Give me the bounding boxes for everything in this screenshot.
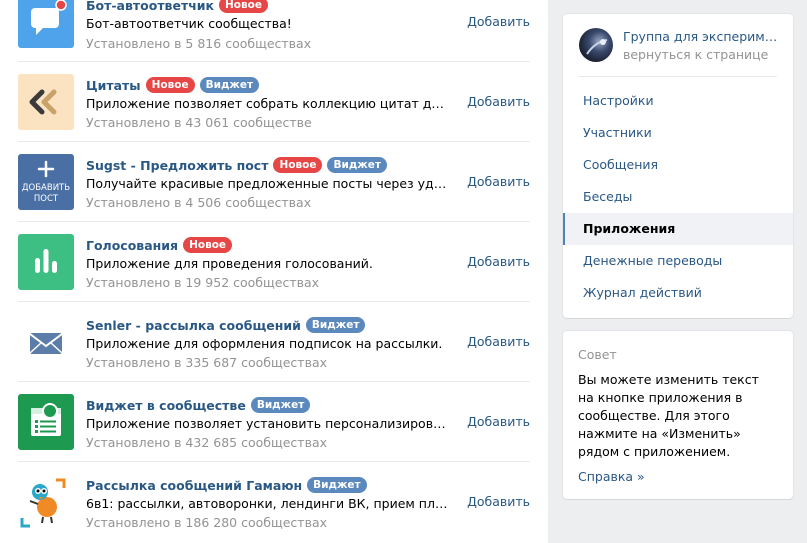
help-link[interactable]: Справка » [578, 469, 645, 484]
app-description: Приложение для оформления подписок на ра… [86, 336, 443, 351]
badge-new: Новое [183, 237, 233, 253]
icon-caption-line-2: ПОСТ [33, 194, 59, 204]
badge-widget: Виджет [305, 317, 366, 333]
app-installs: Установлено в 432 685 сообществах [86, 435, 328, 450]
app-row-gamayun: Рассылка сообщений Гамаюн Виджет 6в1: ра… [18, 462, 530, 542]
suggest-post-icon: ДОБАВИТЬ ПОСТ [18, 154, 74, 210]
badge-new: Новое [145, 77, 195, 93]
menu-item-settings[interactable]: Настройки [563, 85, 793, 117]
badge-new: Новое [219, 0, 268, 13]
app-installs: Установлено в 43 061 сообществе [86, 115, 312, 130]
envelope-icon [18, 314, 74, 370]
badge-widget: Виджет [327, 157, 387, 173]
app-installs: Установлено в 186 280 сообществах [86, 515, 328, 530]
bird-mascot-icon [18, 474, 74, 530]
app-installs: Установлено в 4 506 сообществах [86, 195, 312, 210]
add-app-button[interactable]: Добавить [467, 254, 530, 269]
app-row-bot-autoresponder: Бот-автоответчик Новое Бот-автоответчик … [18, 0, 530, 62]
add-app-button[interactable]: Добавить [467, 174, 530, 189]
tip-card: Совет Вы можете изменить текст на кнопке… [563, 331, 793, 499]
app-installs: Установлено в 5 816 сообществах [86, 36, 312, 51]
add-app-button[interactable]: Добавить [467, 334, 530, 349]
group-name[interactable]: Группа для эксперимент... [623, 29, 783, 44]
app-name[interactable]: Бот-автоответчик [86, 0, 214, 13]
badge-new: Новое [273, 157, 323, 173]
app-description: Получайте красивые предложенные посты че… [86, 176, 448, 191]
app-name[interactable]: Цитаты [86, 78, 141, 93]
app-description: Приложение для проведения голосований. [86, 256, 373, 271]
app-name[interactable]: Рассылка сообщений Гамаюн [86, 478, 302, 493]
app-description: Бот-автоответчик сообщества! [86, 16, 292, 31]
tip-text: Вы можете изменить текст на кнопке прило… [578, 372, 759, 459]
badge-widget: Виджет [250, 397, 311, 413]
app-row-polls: Голосования Новое Приложение для проведе… [18, 222, 530, 302]
chat-bubble-icon [18, 0, 74, 48]
add-app-button[interactable]: Добавить [467, 414, 530, 429]
app-description: 6в1: рассылки, автоворонки, лендинги ВК,… [86, 496, 448, 511]
back-to-page-link[interactable]: вернуться к странице [623, 47, 768, 62]
app-name[interactable]: Виджет в сообществе [86, 398, 246, 413]
menu-item-money-transfers[interactable]: Денежные переводы [563, 245, 793, 277]
app-name[interactable]: Голосования [86, 238, 178, 253]
community-menu-card: Группа для эксперимент... вернуться к ст… [563, 14, 793, 318]
tip-title: Совет [578, 347, 617, 362]
widget-icon [18, 394, 74, 450]
menu-item-apps[interactable]: Приложения [563, 213, 793, 245]
badge-widget: Виджет [307, 477, 367, 493]
add-app-button[interactable]: Добавить [467, 14, 530, 29]
menu-item-messages[interactable]: Сообщения [563, 149, 793, 181]
avatar[interactable] [579, 28, 613, 62]
app-row-community-widget: Виджет в сообществе Виджет Приложение по… [18, 382, 530, 462]
divider [579, 76, 777, 77]
app-row-sugst: ДОБАВИТЬ ПОСТ Sugst - Предложить пост Нов… [18, 142, 530, 222]
badge-widget: Виджет [199, 77, 260, 93]
menu-item-action-log[interactable]: Журнал действий [563, 277, 793, 309]
quote-icon [18, 74, 74, 130]
app-description: Приложение позволяет собрать коллекцию ц… [86, 96, 448, 111]
add-app-button[interactable]: Добавить [467, 94, 530, 109]
app-row-quotes: Цитаты Новое Виджет Приложение позволяет… [18, 62, 530, 142]
bar-chart-icon [18, 234, 74, 290]
menu-item-chats[interactable]: Беседы [563, 181, 793, 213]
app-installs: Установлено в 19 952 сообществах [86, 275, 320, 290]
app-name[interactable]: Sugst - Предложить пост [86, 158, 268, 173]
add-app-button[interactable]: Добавить [467, 494, 530, 509]
icon-caption-line-1: ДОБАВИТЬ [21, 183, 71, 193]
app-name[interactable]: Senler - рассылка сообщений [86, 318, 301, 333]
app-row-senler: Senler - рассылка сообщений Виджет Прило… [18, 302, 530, 382]
app-installs: Установлено в 335 687 сообществах [86, 355, 328, 370]
apps-list-panel: Бот-автоответчик Новое Бот-автоответчик … [0, 0, 548, 543]
app-description: Приложение позволяет установить персонал… [86, 416, 448, 431]
menu-item-members[interactable]: Участники [563, 117, 793, 149]
